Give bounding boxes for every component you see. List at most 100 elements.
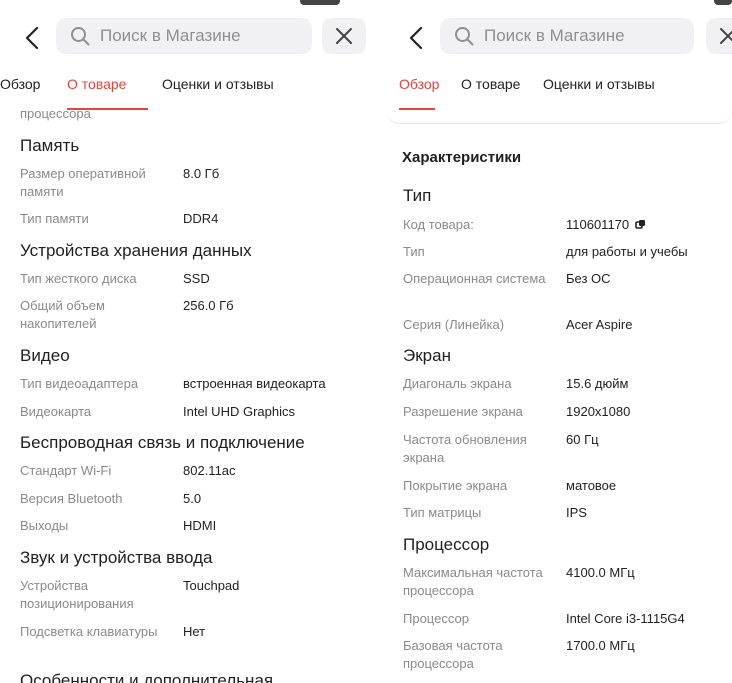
tab-bar: Обзор О товаре Оценки и отзывы: [399, 76, 732, 100]
spec-value-text: HDMI: [183, 518, 217, 533]
spec-value: Нет: [183, 623, 205, 641]
tab-overview[interactable]: Обзор: [0, 76, 40, 92]
search-icon: [70, 25, 92, 47]
description-card-edge: [386, 104, 732, 124]
spec-value-text: 1700.0 МГц: [566, 638, 635, 653]
section-title: Видео: [20, 346, 70, 365]
spec-value: DDR4: [183, 210, 218, 228]
spec-value: для работы и учебы: [566, 243, 688, 261]
spec-value-text: 110601170: [566, 217, 630, 232]
spec-label: Базовая частота процессора: [403, 638, 503, 671]
top-bar: Поиск в Магазине: [366, 0, 732, 70]
spec-label: Версия Bluetooth: [20, 491, 123, 506]
specs-title: Характеристики: [402, 149, 522, 166]
spec-label: Частота обновления экрана: [403, 432, 527, 465]
close-button[interactable]: [706, 18, 732, 54]
spec-value: 1700.0 МГц: [566, 637, 635, 655]
tab-overview[interactable]: Обзор: [399, 76, 439, 92]
spec-value-text: 8.0 Гб: [183, 166, 220, 181]
search-placeholder: Поиск в Магазине: [484, 26, 625, 45]
back-button[interactable]: [20, 24, 44, 52]
spec-value-text: IPS: [566, 505, 587, 520]
spec-value: HDMI: [183, 517, 216, 535]
spec-value: SSD: [183, 270, 210, 288]
spec-value-text: 802.11ac: [183, 463, 236, 478]
spec-label: Разрешение экрана: [403, 404, 523, 419]
section-title: Тип: [403, 186, 432, 205]
search-input[interactable]: Поиск в Магазине: [56, 18, 312, 54]
spec-value-text: Acer Aspire: [566, 317, 633, 332]
spec-label: Код товара:: [403, 217, 474, 232]
spec-label: Тип матрицы: [403, 505, 482, 520]
spec-label: Тип памяти: [20, 211, 89, 226]
spec-label: Тип: [403, 244, 425, 259]
spec-label: Тип жесткого диска: [20, 271, 137, 286]
status-bar-peek: [714, 0, 732, 5]
chevron-left-icon: [409, 26, 423, 50]
spec-value-text: для работы и учебы: [566, 244, 688, 259]
chevron-left-icon: [25, 26, 39, 50]
close-icon: [336, 28, 352, 44]
spec-value: 4100.0 МГц: [566, 564, 635, 582]
spec-value-text: 4100.0 МГц: [566, 565, 635, 580]
back-button[interactable]: [404, 24, 428, 52]
spec-value-text: 15.6 дюйм: [566, 376, 629, 391]
spec-label: Процессор: [403, 611, 469, 626]
section-title: Особенности и дополнительная: [20, 671, 274, 683]
tab-reviews[interactable]: Оценки и отзывы: [162, 76, 274, 92]
spec-value-text: Без ОС: [566, 271, 611, 286]
spec-label: Стандарт Wi-Fi: [20, 463, 112, 478]
spec-value: 110601170: [566, 216, 646, 235]
spec-value-text: матовое: [566, 478, 617, 493]
spec-value: Acer Aspire: [566, 316, 632, 334]
tab-about[interactable]: О товаре: [461, 76, 520, 92]
spec-value: матовое: [566, 477, 616, 495]
search-icon: [454, 25, 476, 47]
spec-value-text: 60 Гц: [566, 432, 599, 447]
clipped-label: процессора: [20, 106, 91, 121]
spec-value-text: встроенная видеокарта: [183, 376, 326, 391]
spec-value: 8.0 Гб: [183, 165, 219, 183]
spec-label: Покрытие экрана: [403, 478, 508, 493]
spec-value: 802.11ac: [183, 462, 236, 480]
right-screen: Поиск в Магазине Обзор О товаре Оценки и…: [366, 0, 732, 683]
spec-value: 1920x1080: [566, 403, 630, 421]
spec-value: IPS: [566, 504, 587, 522]
spec-value: 256.0 Гб: [183, 297, 234, 315]
spec-value: Intel Core i3-1115G4: [566, 610, 685, 628]
spec-label: Диагональ экрана: [403, 376, 512, 391]
spec-label: Размер оперативной памяти: [20, 166, 146, 199]
spec-value-text: Нет: [183, 624, 206, 639]
status-bar-peek: [300, 0, 340, 5]
spec-label: Видеокарта: [20, 404, 92, 419]
spec-value: 5.0: [183, 490, 201, 508]
top-bar: Поиск в Магазине: [0, 0, 366, 70]
tab-bar: Обзор О товаре Оценки и отзывы: [0, 76, 366, 100]
section-title: Экран: [403, 346, 451, 365]
tab-about[interactable]: О товаре: [67, 76, 126, 92]
spec-value-text: 1920x1080: [566, 404, 631, 419]
spec-label: Максимальная частота процессора: [403, 565, 543, 598]
spec-label: Подсветка клавиатуры: [20, 624, 158, 639]
close-button[interactable]: [322, 18, 366, 54]
section-title: Память: [20, 136, 80, 155]
copy-icon[interactable]: [635, 217, 646, 235]
spec-value: встроенная видеокарта: [183, 375, 326, 393]
section-title: Процессор: [403, 535, 490, 554]
tab-reviews[interactable]: Оценки и отзывы: [543, 76, 655, 92]
spec-value-text: Touchpad: [183, 578, 240, 593]
search-placeholder: Поиск в Магазине: [100, 26, 241, 45]
section-title: Звук и устройства ввода: [20, 548, 213, 567]
spec-value-text: 5.0: [183, 491, 202, 506]
spec-value: Touchpad: [183, 577, 239, 595]
spec-value-text: Intel Core i3-1115G4: [566, 611, 685, 626]
spec-label: Тип видеоадаптера: [20, 376, 139, 391]
spec-value-text: Intel UHD Graphics: [183, 404, 295, 419]
section-title: Устройства хранения данных: [20, 241, 252, 260]
spec-label: Устройства позиционирования: [20, 578, 134, 611]
spec-value: 60 Гц: [566, 431, 599, 449]
spec-label: Общий объем накопителей: [20, 298, 105, 331]
left-screen: Поиск в Магазине Обзор О товаре Оценки и…: [0, 0, 366, 683]
section-title: Беспроводная связь и подключение: [20, 433, 305, 452]
search-input[interactable]: Поиск в Магазине: [440, 18, 694, 54]
